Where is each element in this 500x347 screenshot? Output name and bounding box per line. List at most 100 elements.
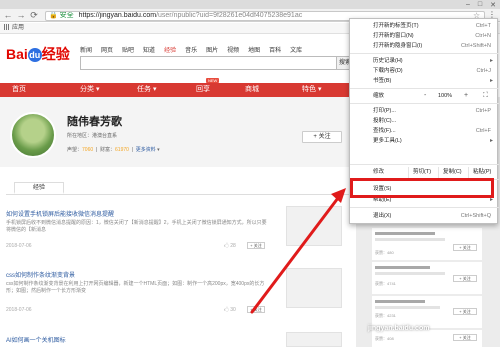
menu-divider xyxy=(350,164,499,165)
mainnav-tasks-label: 任务 xyxy=(137,86,151,93)
sidebar-follow-button[interactable]: + 关注 xyxy=(453,308,477,315)
menu-item-cast[interactable]: 投射(C)... xyxy=(350,116,499,126)
more-info-link[interactable]: 更多资料 xyxy=(136,147,156,153)
zoom-in-button[interactable]: + xyxy=(464,91,468,101)
article-thumbnail[interactable] xyxy=(286,268,342,308)
sidebar-follow-button[interactable]: + 关注 xyxy=(453,275,477,282)
article-thumbnail[interactable] xyxy=(286,206,342,246)
mainnav-featured[interactable]: 特色 ▾ xyxy=(302,83,321,97)
avatar[interactable] xyxy=(10,112,56,158)
topnav-tieba[interactable]: 贴吧 xyxy=(122,45,134,54)
menu-item-new-tab[interactable]: 打开新的标签页(T) Ctrl+T xyxy=(350,21,499,31)
menu-item-more-tools[interactable]: 更多工具(L) ▸ xyxy=(350,136,499,146)
mainnav-home[interactable]: 首页 xyxy=(12,83,26,97)
menu-item-bookmarks[interactable]: 书签(B) ▸ xyxy=(350,76,499,86)
tab-experience[interactable]: 经验 xyxy=(14,182,64,194)
follow-button[interactable]: + 关注 xyxy=(302,131,342,143)
article-desc: css如何制作条纹渐变背景在利用上打开网页编辑器，新建一个HTML页面；如图：制… xyxy=(6,281,265,294)
topnav-map[interactable]: 地图 xyxy=(248,45,260,54)
paste-button[interactable]: 粘贴(P) xyxy=(468,167,495,178)
apps-bookmark[interactable]: 应用 xyxy=(12,25,24,31)
mainnav-mall[interactable]: 商城 xyxy=(245,83,259,97)
fullscreen-icon[interactable]: ⛶ xyxy=(483,91,488,101)
menu-item-new-window[interactable]: 打开新的窗口(N) Ctrl+N xyxy=(350,31,499,41)
menu-item-shortcut: Ctrl+P xyxy=(475,108,491,114)
article-vote-count: 28 xyxy=(230,243,236,249)
maximize-icon[interactable]: □ xyxy=(478,1,482,8)
sidebar-follow-button[interactable]: + 关注 xyxy=(453,334,477,341)
topnav-music[interactable]: 音乐 xyxy=(185,45,197,54)
logo-bai: Bai xyxy=(6,46,28,62)
menu-item-shortcut: Ctrl+F xyxy=(475,128,491,134)
menu-item-downloads[interactable]: 下载内容(D) Ctrl+J xyxy=(350,66,499,76)
article-thumbnail[interactable] xyxy=(286,332,342,347)
article-title[interactable]: AI如何画一个关机图标 xyxy=(6,335,66,344)
article-date: 2018-07-06 xyxy=(6,307,32,313)
topnav-news[interactable]: 新闻 xyxy=(80,45,92,54)
profile-stats: 声望：7060 | 财富：61970 | 更多资料 ▾ xyxy=(67,147,160,153)
mainnav-tasks[interactable]: 任务 ▾ xyxy=(137,83,156,97)
menu-item-label: 查找(F)... xyxy=(373,128,396,134)
sidebar-card-title xyxy=(375,266,430,269)
menu-item-history[interactable]: 历史记录(H) ▸ xyxy=(350,56,499,66)
topnav-web[interactable]: 网页 xyxy=(101,45,113,54)
sidebar-card-meta: 获赞：480 xyxy=(375,250,394,255)
back-icon[interactable]: ← xyxy=(3,10,13,20)
secure-label: 安全 xyxy=(59,12,74,19)
minimize-icon[interactable]: – xyxy=(466,1,470,8)
sidebar-card-meta: 获赞：4231 xyxy=(375,313,396,318)
zoom-out-button[interactable]: - xyxy=(424,91,426,101)
article-follow-button[interactable]: + 关注 xyxy=(247,306,265,313)
watermark: jingyan.baidu.com xyxy=(368,325,430,332)
topnav-wenku[interactable]: 文库 xyxy=(290,45,302,54)
search-input[interactable] xyxy=(80,56,350,70)
article-title[interactable]: 如何设置手机锁屏后能接收微信消息提醒 xyxy=(6,209,114,218)
menu-divider xyxy=(350,53,499,54)
menu-item-print[interactable]: 打印(P)... Ctrl+P xyxy=(350,106,499,116)
menu-item-label: 打开新的标签页(T) xyxy=(373,23,419,29)
lock-icon: 🔒 xyxy=(49,12,58,19)
sidebar-card-title xyxy=(375,300,425,303)
menu-item-find[interactable]: 查找(F)... Ctrl+F xyxy=(350,126,499,136)
topnav-jingyan[interactable]: 经验 xyxy=(164,45,176,54)
menu-divider xyxy=(350,88,499,89)
reload-icon[interactable]: ⟳ xyxy=(29,10,39,20)
forward-icon[interactable]: → xyxy=(16,10,26,20)
menu-item-zoom: 缩放 - 100% + ⛶ xyxy=(350,91,499,101)
article-date: 2018-07-06 xyxy=(6,243,32,249)
zoom-label: 缩放 xyxy=(373,93,385,99)
menu-edit-row: 修改 剪切(T) 复制(C) 粘贴(P) xyxy=(350,167,499,178)
topnav-image[interactable]: 图片 xyxy=(206,45,218,54)
menu-item-shortcut: Ctrl+T xyxy=(475,23,491,29)
wealth-value: 61970 xyxy=(115,147,129,153)
menu-item-label: 打开新的隐身窗口(I) xyxy=(373,43,423,49)
close-icon[interactable]: ✕ xyxy=(490,1,496,9)
submenu-arrow-icon: ▸ xyxy=(489,78,493,84)
sidebar-follow-button[interactable]: + 关注 xyxy=(453,244,477,251)
cut-button[interactable]: 剪切(T) xyxy=(408,167,435,178)
new-badge: NEW xyxy=(206,78,220,83)
edit-label: 修改 xyxy=(373,169,385,175)
logo-paw: du xyxy=(27,48,42,62)
mainnav-category[interactable]: 分类 ▾ xyxy=(80,83,99,97)
topnav-zhidao[interactable]: 知道 xyxy=(143,45,155,54)
url-path: /user/npublic?uid=9f28261e04df4075238e91… xyxy=(156,12,303,19)
apps-icon[interactable] xyxy=(4,24,10,30)
topnav-video[interactable]: 视频 xyxy=(227,45,239,54)
menu-item-exit[interactable]: 退出(X) Ctrl+Shift+Q xyxy=(350,211,499,221)
menu-item-shortcut: Ctrl+Shift+N xyxy=(461,43,491,49)
rep-label: 声望： xyxy=(67,147,83,153)
article-title[interactable]: css如何制作条纹渐变背景 xyxy=(6,270,75,279)
baidu-jingyan-logo[interactable]: Bai du 经验 xyxy=(6,44,70,64)
topnav-baike[interactable]: 百科 xyxy=(269,45,281,54)
article-votes: 🖒 28 xyxy=(224,243,236,249)
browser-tab-strip xyxy=(0,0,500,9)
article-follow-button[interactable]: + 关注 xyxy=(247,242,265,249)
menu-item-label: 打开新的窗口(N) xyxy=(373,33,414,39)
menu-divider xyxy=(350,103,499,104)
mainnav-huixiang[interactable]: 回享 xyxy=(196,83,210,97)
sidebar-card-line xyxy=(375,272,445,275)
menu-item-label: 投射(C)... xyxy=(373,118,397,124)
menu-item-incognito[interactable]: 打开新的隐身窗口(I) Ctrl+Shift+N xyxy=(350,41,499,51)
copy-button[interactable]: 复制(C) xyxy=(438,167,466,178)
